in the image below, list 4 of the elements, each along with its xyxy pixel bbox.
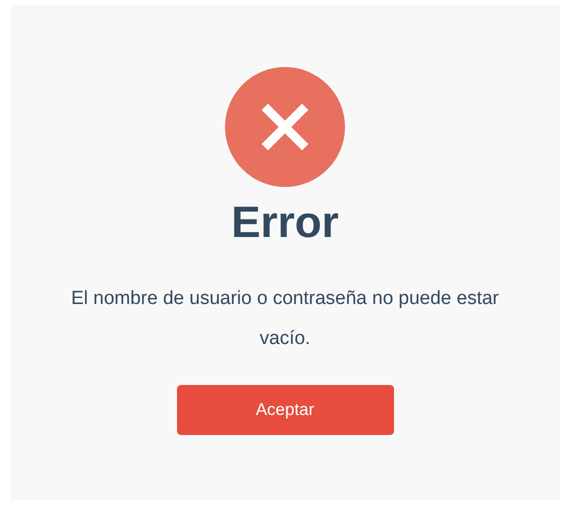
close-icon xyxy=(225,67,345,187)
accept-button[interactable]: Aceptar xyxy=(176,385,394,435)
dialog-title: Error xyxy=(231,197,339,249)
error-message: El nombre de usuario o contraseña no puede estar vacío. xyxy=(70,287,500,351)
